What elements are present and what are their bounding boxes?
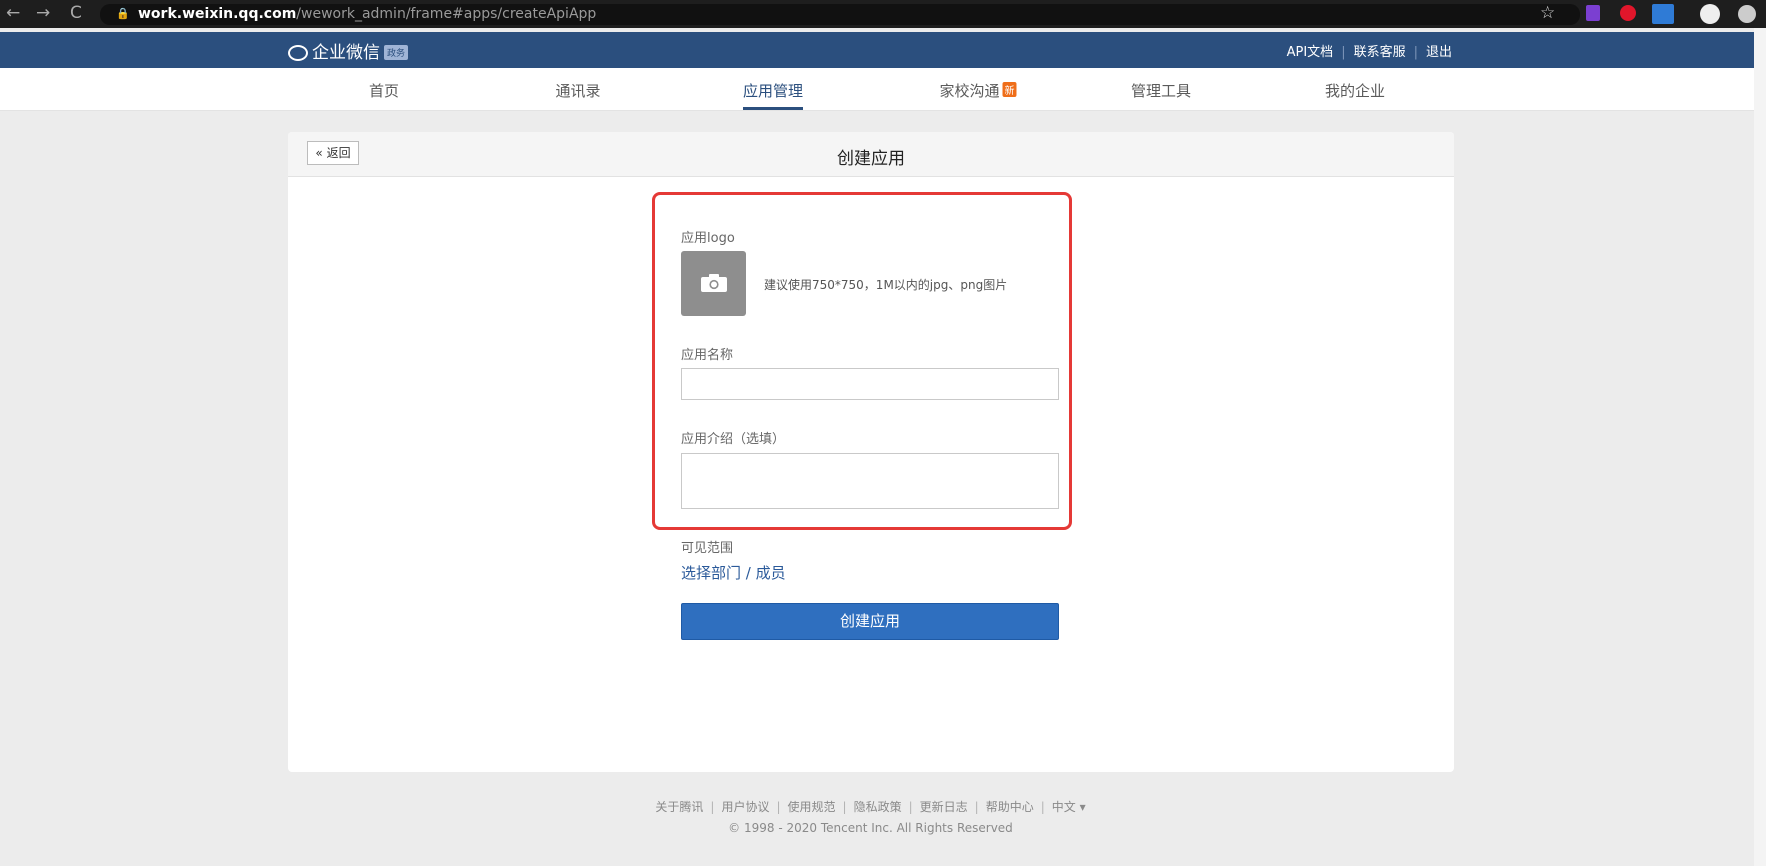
profile-avatar-icon[interactable]	[1700, 4, 1720, 24]
reload-icon[interactable]: C	[70, 3, 82, 23]
main-nav: 首页 通讯录 应用管理 家校沟通新 管理工具 我的企业	[0, 68, 1754, 111]
language-selector[interactable]: 中文 ▾	[1052, 800, 1086, 814]
address-bar[interactable]: 🔒 work.weixin.qq.com/wework_admin/frame#…	[100, 3, 1580, 25]
logout-link[interactable]: 退出	[1426, 45, 1452, 60]
brand-name: 企业微信	[312, 43, 380, 63]
forward-arrow-icon[interactable]: →	[36, 3, 50, 23]
top-header: 企业微信 政务 API文档 | 联系客服 | 退出	[0, 32, 1766, 68]
extension-icon[interactable]	[1586, 5, 1600, 21]
tab-contacts[interactable]: 通讯录	[555, 80, 600, 110]
logo-upload-button[interactable]	[681, 251, 746, 316]
chat-bubble-icon	[288, 45, 308, 61]
scrollbar[interactable]	[1754, 28, 1766, 866]
back-arrow-icon[interactable]: ←	[6, 3, 20, 23]
footer-links: 关于腾讯 | 用户协议 | 使用规范 | 隐私政策 | 更新日志 | 帮助中心 | 中文 ▾	[655, 800, 1086, 814]
new-badge: 新	[1002, 82, 1017, 97]
copyright: © 1998 - 2020 Tencent Inc. All Rights Re…	[728, 821, 1013, 835]
card-header: « 返回 创建应用	[288, 132, 1454, 177]
app-intro-label: 应用介绍（选填）	[681, 432, 786, 447]
logo-label: 应用logo	[681, 231, 735, 246]
lock-icon: 🔒	[116, 7, 130, 20]
visibility-label: 可见范围	[681, 541, 734, 556]
select-department-member-link[interactable]: 选择部门 / 成员	[681, 562, 786, 583]
browser-toolbar: ← → C 🔒 work.weixin.qq.com/wework_admin/…	[0, 0, 1766, 28]
create-app-button[interactable]: 创建应用	[681, 603, 1059, 640]
footer-link-changelog[interactable]: 更新日志	[920, 800, 968, 814]
logo-hint: 建议使用750*750，1M以内的jpg、png图片	[764, 278, 1008, 292]
brand-badge: 政务	[384, 45, 409, 60]
bookmark-star-icon[interactable]: ☆	[1540, 3, 1555, 23]
tab-home[interactable]: 首页	[369, 80, 399, 110]
api-docs-link[interactable]: API文档	[1287, 45, 1334, 60]
page-title: 创建应用	[837, 149, 905, 169]
footer-link-privacy[interactable]: 隐私政策	[854, 800, 902, 814]
app-intro-textarea[interactable]	[681, 453, 1059, 509]
pinterest-icon[interactable]	[1620, 5, 1636, 21]
update-icon[interactable]	[1738, 5, 1756, 23]
app-name-label: 应用名称	[681, 348, 734, 363]
url-path: /wework_admin/frame#apps/createApiApp	[296, 6, 597, 22]
tab-home-school-label: 家校沟通	[939, 82, 1000, 100]
tab-my-enterprise[interactable]: 我的企业	[1325, 80, 1385, 110]
camera-icon	[701, 274, 727, 292]
footer-link-usage-rules[interactable]: 使用规范	[788, 800, 836, 814]
footer-link-user-agreement[interactable]: 用户协议	[721, 800, 769, 814]
contact-support-link[interactable]: 联系客服	[1354, 45, 1406, 60]
footer-link-help[interactable]: 帮助中心	[986, 800, 1034, 814]
app-name-input[interactable]	[681, 368, 1059, 400]
tab-home-school[interactable]: 家校沟通新	[939, 80, 1017, 110]
header-links: API文档 | 联系客服 | 退出	[1286, 45, 1452, 60]
tab-management-tools[interactable]: 管理工具	[1131, 80, 1191, 110]
new-extension-icon[interactable]	[1652, 4, 1674, 24]
footer-link-about[interactable]: 关于腾讯	[655, 800, 703, 814]
brand-logo[interactable]: 企业微信 政务	[288, 38, 409, 63]
create-app-card: « 返回 创建应用 应用logo 建议使用750*750，1M以内的jpg、pn…	[288, 132, 1454, 772]
url-text: work.weixin.qq.com/wework_admin/frame#ap…	[138, 6, 596, 22]
url-host: work.weixin.qq.com	[138, 6, 297, 22]
tab-app-management[interactable]: 应用管理	[742, 80, 804, 110]
